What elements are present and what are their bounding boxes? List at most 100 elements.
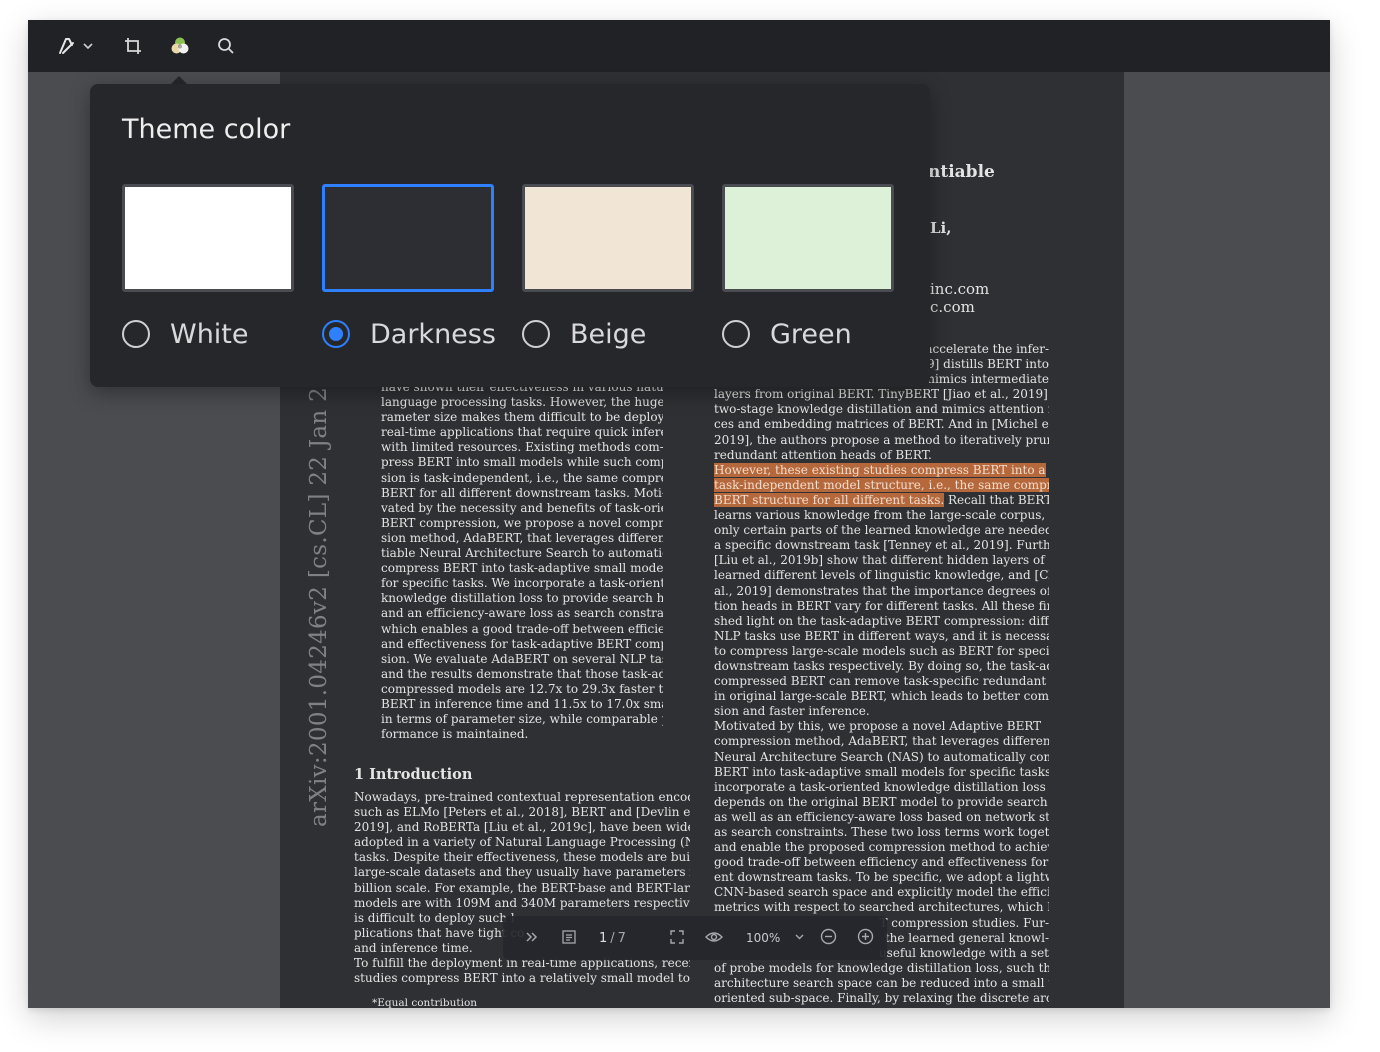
radio-beige[interactable] — [522, 320, 550, 348]
abstract-line: vated by the necessity and benefits of t… — [381, 500, 663, 515]
abstract-line: sion is task-independent, i.e., the same… — [381, 470, 663, 485]
option-white[interactable]: White — [120, 316, 249, 352]
fit-page-button[interactable] — [669, 927, 685, 949]
right-column-line: sion and faster inference. — [714, 704, 870, 719]
right-column-line: BERT structure for all different tasks. … — [714, 492, 1049, 507]
right-column-line: of probe models for knowledge distillati… — [714, 960, 1049, 975]
abstract-line: BERT for all different downstream tasks.… — [381, 485, 663, 500]
swatch-green[interactable] — [722, 184, 894, 292]
theme-color-button[interactable] — [169, 34, 191, 58]
intro-line: models are with 109M and 340M parameters… — [354, 895, 690, 910]
intro-line: studies compress BERT into a relatively … — [354, 971, 690, 986]
page-separator: / — [610, 930, 615, 946]
right-column-line: NLP tasks use BERT in different ways, an… — [714, 628, 1049, 643]
crop-button[interactable] — [123, 34, 143, 58]
abstract-line: formance is maintained. — [381, 727, 529, 742]
pdf-viewer-window: arXiv:2001.04246v2 [cs.CL] 22 Jan 2 ntia… — [28, 20, 1330, 1008]
abstract-line: rameter size makes them difficult to be … — [381, 410, 663, 425]
intro-line: 2019], and RoBERTa [Liu et al., 2019c], … — [354, 820, 690, 835]
option-label: White — [170, 318, 249, 350]
read-mode-button[interactable] — [705, 927, 723, 949]
swatch-darkness[interactable] — [322, 184, 494, 292]
abstract-line: tiable Neural Architecture Search to aut… — [381, 546, 663, 561]
author-fragment: Li, — [930, 219, 952, 237]
right-column-line: layers from original BERT. TinyBERT [Jia… — [714, 387, 1049, 402]
eye-icon — [705, 929, 723, 948]
right-column-line: shed light on the task-adaptive BERT com… — [714, 613, 1049, 628]
right-column-line: Motivated by this, we propose a novel Ad… — [714, 719, 1042, 734]
right-column-line: Neural Architecture Search (NAS) to auto… — [714, 749, 1049, 764]
right-column-text: accelerate the infer- 9] distills BERT in… — [714, 342, 1049, 1006]
page-indicator[interactable]: 1 / 7 — [599, 927, 626, 949]
abstract-line: compress BERT into task-adaptive small m… — [381, 561, 663, 576]
option-beige[interactable]: Beige — [520, 316, 646, 352]
right-column-line: depends on the original BERT model to pr… — [714, 794, 1049, 809]
right-column-line: CNN-based search space and explicitly mo… — [714, 885, 1049, 900]
right-column-line: tion heads in BERT vary for different ta… — [714, 598, 1049, 613]
paper-title-fragment: ntiable — [928, 162, 995, 182]
highlighted-text[interactable]: However, these existing studies compress… — [714, 462, 1046, 477]
right-column-line: learns various knowledge from the large-… — [714, 508, 1049, 523]
email-fragment: c.com — [930, 298, 975, 316]
annotate-button[interactable] — [56, 34, 94, 58]
option-label: Darkness — [370, 318, 496, 350]
zoom-in-button[interactable] — [857, 927, 874, 949]
abstract-line: and effectiveness for task-adaptive BERT… — [381, 636, 663, 651]
zoom-out-icon — [820, 928, 837, 948]
swatch-beige[interactable] — [522, 184, 694, 292]
fit-page-icon — [669, 929, 685, 948]
radio-green[interactable] — [722, 320, 750, 348]
radio-white[interactable] — [122, 320, 150, 348]
right-column-line: task-independent model structure, i.e., … — [714, 477, 1049, 493]
outline-button[interactable] — [561, 927, 577, 949]
highlighted-text[interactable]: task-independent model structure, i.e., … — [714, 477, 1049, 492]
abstract-line: language processing tasks. However, the … — [381, 395, 663, 410]
total-pages: 7 — [617, 930, 626, 946]
right-column-line: 2019], the authors propose a method to i… — [714, 432, 1049, 447]
abstract-line: which enables a good trade-off between e… — [381, 621, 663, 636]
zoom-out-button[interactable] — [820, 927, 837, 949]
current-page: 1 — [599, 930, 608, 946]
abstract-line: knowledge distillation loss to provide s… — [381, 591, 663, 606]
intro-line: large-scale datasets and they usually ha… — [354, 865, 690, 880]
option-darkness[interactable]: Darkness — [320, 316, 496, 352]
abstract-line: and an efficiency-aware loss as search c… — [381, 606, 663, 621]
right-column-line: metrics with respect to searched archite… — [714, 900, 1049, 915]
highlighted-text[interactable]: BERT structure for all different tasks. — [714, 492, 945, 507]
right-column-line: compression method, AdaBERT, that levera… — [714, 734, 1049, 749]
right-column-line: However, these existing studies compress… — [714, 462, 1049, 478]
radio-darkness[interactable] — [322, 320, 350, 348]
right-column-line: downstream tasks respectively. By doing … — [714, 658, 1049, 673]
outline-icon — [561, 929, 577, 948]
intro-line: such as ELMo [Peters et al., 2018], BERT… — [354, 805, 690, 820]
right-column-line: learned different levels of linguistic k… — [714, 568, 1049, 583]
chevron-down-icon — [794, 931, 805, 945]
intro-line: tasks. Despite their effectiveness, thes… — [354, 850, 690, 865]
zoom-select[interactable]: 100% — [746, 927, 805, 949]
expand-sidebar-button[interactable] — [525, 927, 539, 949]
right-column-line: only certain parts of the learned knowle… — [714, 523, 1049, 538]
abstract-line: compressed models are 12.7x to 29.3x fas… — [381, 681, 663, 696]
option-green[interactable]: Green — [720, 316, 852, 352]
right-column-line: [Liu et al., 2019b] show that different … — [714, 553, 1049, 568]
abstract-line: press BERT into small models while such … — [381, 455, 663, 470]
abstract-line: sion method, AdaBERT, that leverages dif… — [381, 530, 663, 545]
right-column-line: and enable the proposed compression meth… — [714, 840, 1049, 855]
right-column-line: redundant attention heads of BERT. — [714, 447, 932, 462]
abstract-line: sion. We evaluate AdaBERT on several NLP… — [381, 651, 663, 666]
swatch-white[interactable] — [122, 184, 294, 292]
annotate-icon — [56, 35, 78, 57]
intro-line: Nowadays, pre-trained contextual represe… — [354, 790, 690, 804]
search-icon — [216, 36, 236, 56]
search-button[interactable] — [216, 34, 236, 58]
abstract-line: in terms of parameter size, while compar… — [381, 712, 663, 727]
abstract-text: have shown their effectiveness in variou… — [381, 380, 663, 742]
email-fragment: inc.com — [930, 280, 990, 298]
right-column-line: compressed BERT can remove task-specific… — [714, 674, 1049, 689]
right-column-line: ent downstream tasks. To be specific, we… — [714, 870, 1049, 885]
popover-title: Theme color — [122, 114, 291, 145]
right-column-line: as search constraints. These two loss te… — [714, 825, 1049, 839]
abstract-line: real-time applications that require quic… — [381, 425, 663, 440]
chevron-down-icon[interactable] — [82, 40, 94, 52]
double-chevron-right-icon — [525, 930, 539, 947]
